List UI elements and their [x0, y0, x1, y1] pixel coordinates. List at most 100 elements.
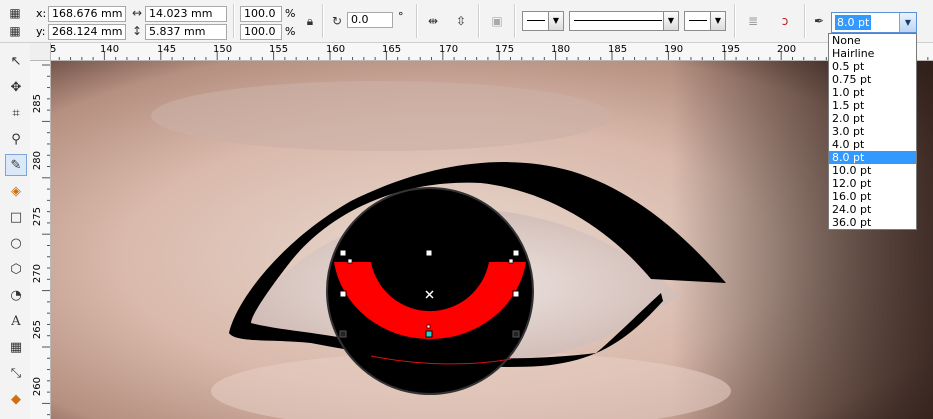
ruler-label: 155: [269, 44, 289, 55]
ruler-ticks: [42, 64, 50, 416]
pick-tool-icon[interactable]: ↖: [5, 50, 27, 72]
scale-y-field[interactable]: 100.0: [240, 24, 282, 40]
outline-width-option[interactable]: 24.0 pt: [829, 203, 916, 216]
interactive-fill-tool-icon[interactable]: ◆: [5, 388, 27, 410]
rotate-icon: ↻: [331, 14, 343, 28]
convert-to-curves-icon[interactable]: ↄ: [776, 12, 794, 30]
selection-handle[interactable]: [339, 290, 347, 298]
selection-handle[interactable]: [339, 249, 347, 257]
width-field[interactable]: 14.023 mm: [145, 6, 227, 22]
ruler-label: 260: [32, 377, 43, 397]
horizontal-ruler[interactable]: 5 140 145 150 155 160 165 170 175 180 18…: [30, 43, 933, 61]
outline-width-option[interactable]: 0.5 pt: [829, 60, 916, 73]
mirror-vertical-icon[interactable]: ⇳: [452, 12, 470, 30]
toolbox: ↖ ✥ ⌗ ⚲ ✎ ◈ □ ○ ⬡ ◔ A ▦ ⤡ ◆: [0, 43, 31, 419]
ruler-label: 190: [664, 44, 684, 55]
percent-label: %: [285, 7, 296, 20]
height-arrow-icon: ↕: [131, 24, 143, 38]
mirror-horizontal-icon[interactable]: ⇹: [424, 12, 442, 30]
outline-width-option[interactable]: 12.0 pt: [829, 177, 916, 190]
outline-width-option[interactable]: 10.0 pt: [829, 164, 916, 177]
text-wrap-icon[interactable]: ≣: [744, 12, 762, 30]
brow-shading: [151, 81, 611, 151]
end-arrowhead-selector[interactable]: ▼: [684, 11, 726, 31]
degree-label: °: [398, 10, 404, 23]
dropdown-arrow-icon: ▼: [663, 12, 678, 30]
ruler-label: 180: [551, 44, 571, 55]
ellipse-tool-icon[interactable]: ○: [5, 232, 27, 254]
property-bar: ▦ ▦ x: 168.676 mm y: 268.124 mm ↔ 14.023…: [0, 0, 933, 43]
vertical-ruler[interactable]: 285 280 275 270 265 260: [30, 60, 51, 419]
selection-handle[interactable]: [425, 249, 433, 257]
outline-width-option[interactable]: 1.0 pt: [829, 86, 916, 99]
start-arrowhead-selector[interactable]: ▼: [522, 11, 564, 31]
ruler-label: 165: [382, 44, 402, 55]
line-style-selector[interactable]: ▼: [569, 11, 679, 31]
basic-shapes-tool-icon[interactable]: ◔: [5, 284, 27, 306]
node-handle[interactable]: [425, 330, 433, 338]
dimension-tool-icon[interactable]: ⤡: [5, 362, 27, 384]
outline-width-value: 8.0 pt: [835, 15, 872, 30]
crop-tool-icon[interactable]: ⌗: [5, 102, 27, 124]
ruler-label: 150: [213, 44, 233, 55]
outline-width-option[interactable]: None: [829, 34, 916, 47]
width-arrow-icon: ↔: [131, 6, 143, 20]
ruler-label: 200: [777, 44, 797, 55]
ruler-label: 270: [32, 264, 43, 284]
y-position-field[interactable]: 268.124 mm: [48, 24, 126, 40]
shape-tool-icon[interactable]: ✥: [5, 76, 27, 98]
table-tool-icon[interactable]: ▦: [5, 336, 27, 358]
dropdown-arrow-icon: ▼: [710, 12, 725, 30]
ruler-label: 280: [32, 151, 43, 171]
node-handle[interactable]: [508, 258, 514, 264]
zoom-tool-icon[interactable]: ⚲: [5, 128, 27, 150]
ruler-label: 275: [32, 207, 43, 227]
node-handle[interactable]: [347, 258, 353, 264]
wrap-text-icon[interactable]: ▣: [488, 12, 506, 30]
selection-handle[interactable]: [339, 330, 347, 338]
rectangle-tool-icon[interactable]: □: [5, 206, 27, 228]
outline-width-dropdown-list: None Hairline 0.5 pt 0.75 pt 1.0 pt 1.5 …: [828, 33, 917, 230]
text-tool-icon[interactable]: A: [5, 310, 27, 332]
outline-width-option[interactable]: 0.75 pt: [829, 73, 916, 86]
x-label: x:: [36, 7, 47, 20]
height-field[interactable]: 5.837 mm: [145, 24, 227, 40]
outline-width-option[interactable]: 4.0 pt: [829, 138, 916, 151]
selection-handle[interactable]: [512, 330, 520, 338]
polygon-tool-icon[interactable]: ⬡: [5, 258, 27, 280]
percent-label: %: [285, 25, 296, 38]
drawing-canvas[interactable]: [51, 61, 933, 419]
ruler-label: 175: [495, 44, 515, 55]
node-handle[interactable]: [426, 324, 431, 329]
ruler-label: 185: [608, 44, 628, 55]
outline-width-option-selected[interactable]: 8.0 pt: [829, 151, 916, 164]
selection-handle[interactable]: [512, 249, 520, 257]
position-grid-icon: ▦: [9, 24, 21, 38]
outline-width-option[interactable]: 2.0 pt: [829, 112, 916, 125]
dropdown-arrow-icon[interactable]: ▼: [899, 13, 916, 32]
ruler-label: 170: [439, 44, 459, 55]
outline-width-select[interactable]: 8.0 pt ▼: [831, 12, 917, 33]
ruler-label: 160: [326, 44, 346, 55]
lock-ratio-icon[interactable]: 🔒︎: [301, 12, 319, 30]
position-grid-icon: ▦: [9, 6, 21, 20]
outline-width-option[interactable]: Hairline: [829, 47, 916, 60]
ruler-label: 140: [100, 44, 120, 55]
freehand-tool-icon[interactable]: ✎: [5, 154, 27, 176]
ruler-corner[interactable]: [30, 43, 51, 61]
outline-width-option[interactable]: 16.0 pt: [829, 190, 916, 203]
outline-width-option[interactable]: 36.0 pt: [829, 216, 916, 229]
ruler-label: 145: [157, 44, 177, 55]
ruler-label: 285: [32, 94, 43, 114]
y-label: y:: [36, 25, 46, 38]
smart-fill-tool-icon[interactable]: ◈: [5, 180, 27, 202]
outline-width-option[interactable]: 1.5 pt: [829, 99, 916, 112]
scale-x-field[interactable]: 100.0: [240, 6, 282, 22]
dropdown-arrow-icon: ▼: [548, 12, 563, 30]
rotation-field[interactable]: 0.0: [347, 12, 393, 28]
outline-width-option[interactable]: 3.0 pt: [829, 125, 916, 138]
x-position-field[interactable]: 168.676 mm: [48, 6, 126, 22]
ruler-label: 265: [32, 320, 43, 340]
ruler-label: 195: [721, 44, 741, 55]
selection-handle[interactable]: [512, 290, 520, 298]
